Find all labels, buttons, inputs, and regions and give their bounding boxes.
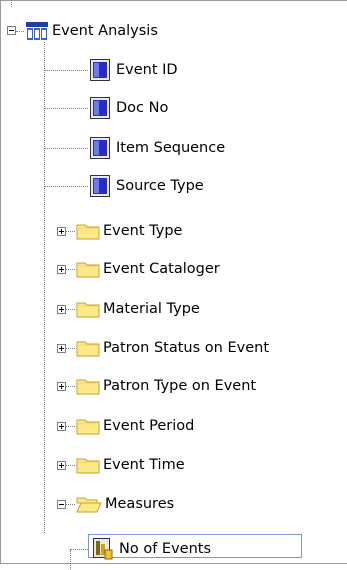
attribute-icon bbox=[90, 97, 110, 119]
folder-icon bbox=[76, 419, 100, 435]
expand-toggle-icon[interactable] bbox=[57, 227, 66, 236]
folder-icon bbox=[76, 341, 100, 357]
cube-table-icon bbox=[26, 22, 48, 40]
expand-toggle-icon[interactable] bbox=[57, 265, 66, 274]
folder-icon bbox=[76, 302, 100, 318]
tree-connector-root bbox=[44, 42, 45, 533]
collapse-toggle-icon[interactable] bbox=[57, 500, 66, 509]
tree-node-label: Event Time bbox=[103, 457, 185, 473]
folder-icon bbox=[76, 224, 100, 240]
tree-node-label: Measures bbox=[105, 496, 175, 512]
folder-icon bbox=[76, 379, 100, 395]
tree-node-label: Event ID bbox=[116, 62, 178, 78]
tree-node-label: Patron Type on Event bbox=[103, 378, 257, 394]
tree-node-label: Event Period bbox=[103, 418, 195, 434]
tree-node-label: Item Sequence bbox=[116, 140, 226, 156]
tree-node-label: Material Type bbox=[103, 301, 200, 317]
tree-node-label: Event Type bbox=[103, 223, 183, 239]
folder-icon bbox=[76, 262, 100, 278]
open-folder-icon bbox=[76, 497, 102, 513]
tree-node-label: Doc No bbox=[116, 100, 169, 116]
expand-toggle-icon[interactable] bbox=[57, 305, 66, 314]
expand-toggle-icon[interactable] bbox=[57, 461, 66, 470]
expand-toggle-icon[interactable] bbox=[57, 344, 66, 353]
expand-toggle-icon[interactable] bbox=[57, 422, 66, 431]
tree-node-label: Event Cataloger bbox=[103, 261, 220, 277]
expand-toggle-icon[interactable] bbox=[57, 382, 66, 391]
field-list-tree: Event Analysis Event ID Doc No Item Sequ… bbox=[0, 0, 347, 570]
tree-node-label: Source Type bbox=[116, 178, 204, 194]
collapse-toggle-icon[interactable] bbox=[7, 26, 16, 35]
folder-icon bbox=[76, 458, 100, 474]
attribute-icon bbox=[90, 59, 110, 81]
measure-icon bbox=[93, 538, 113, 560]
tree-node-label: Event Analysis bbox=[52, 23, 158, 39]
tree-connector-measures bbox=[70, 550, 71, 570]
tree-node-label: Patron Status on Event bbox=[103, 340, 269, 356]
tree-connector-top bbox=[11, 0, 12, 7]
tree-node-label: No of Events bbox=[119, 541, 212, 557]
attribute-icon bbox=[90, 175, 110, 197]
attribute-icon bbox=[90, 137, 110, 159]
